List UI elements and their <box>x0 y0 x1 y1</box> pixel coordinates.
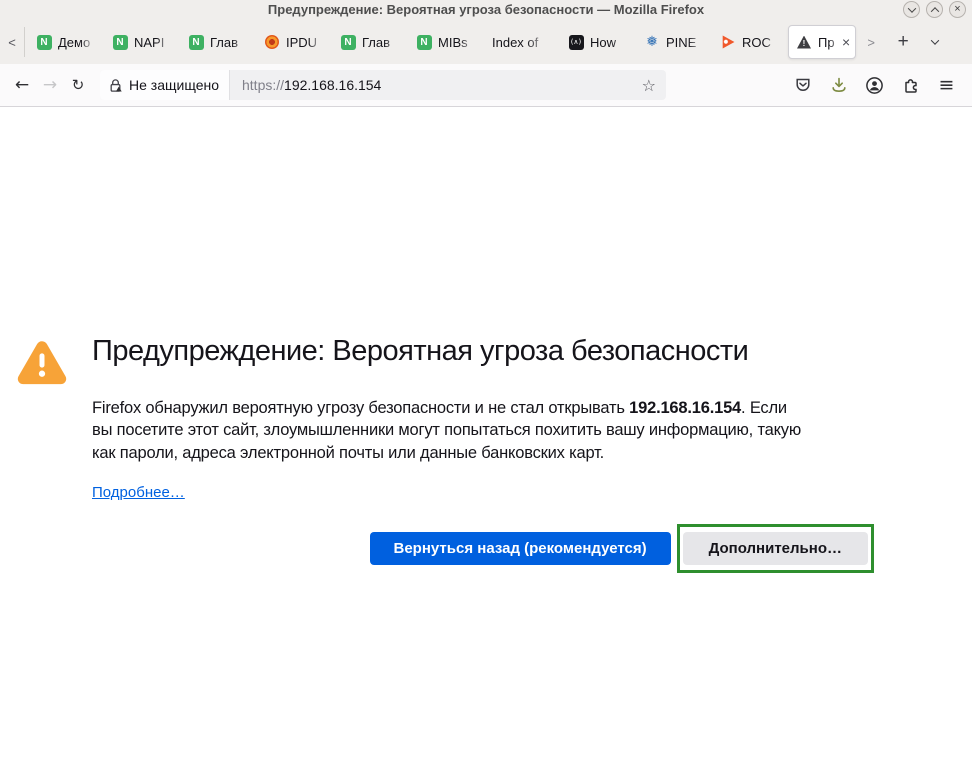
tab-глав[interactable]: N Глав <box>332 25 408 59</box>
window-title: Предупреждение: Вероятная угроза безопас… <box>268 0 704 20</box>
site-security-chip[interactable]: Не защищено <box>100 70 230 100</box>
tab-label: How <box>590 35 630 50</box>
black-caret-icon: (∧) <box>568 34 584 50</box>
navigation-toolbar: ← → ↻ Не защищено https://192.168.16.154… <box>0 64 972 107</box>
window-controls: × <box>903 1 966 18</box>
bookmark-star-icon[interactable]: ☆ <box>632 76 666 95</box>
tab-bar: < N Демо N NAPI N Глав IPDU N Глав N MIBs Index of (… <box>0 20 972 64</box>
account-icon[interactable] <box>859 70 890 100</box>
tab-label: Пр <box>818 35 840 50</box>
sun-icon <box>264 34 280 50</box>
minimize-icon[interactable] <box>903 1 920 18</box>
tab-label: PINE <box>666 35 706 50</box>
tab-index-of[interactable]: Index of <box>484 25 560 59</box>
tab-label: Глав <box>210 35 250 50</box>
tab-mibs[interactable]: N MIBs <box>408 25 484 59</box>
warning-body-text: Firefox обнаружил вероятную угрозу безоп… <box>92 397 874 465</box>
tab-label: MIBs <box>438 35 478 50</box>
tabbar-separator <box>24 27 25 57</box>
back-icon[interactable]: ← <box>8 75 36 95</box>
tab-демо[interactable]: N Демо <box>28 25 104 59</box>
url-scheme: https:// <box>242 77 284 93</box>
netping-icon: N <box>112 34 128 50</box>
toolbar-right-icons: ≡ <box>787 70 962 100</box>
tab-pine[interactable]: ❅ PINE <box>636 25 712 59</box>
netping-icon: N <box>416 34 432 50</box>
tab-label: Демо <box>58 35 98 50</box>
forward-icon: → <box>36 75 64 95</box>
pinecone-icon: ❅ <box>644 34 660 50</box>
url-text: https://192.168.16.154 <box>230 77 632 93</box>
annotation-highlight: Дополнительно… <box>677 524 874 573</box>
reload-icon[interactable]: ↻ <box>64 76 92 94</box>
scroll-tabs-right-icon[interactable]: > <box>856 35 886 50</box>
pocket-icon[interactable] <box>787 70 818 100</box>
netping-icon: N <box>36 34 52 50</box>
new-tab-button[interactable]: + <box>886 31 920 53</box>
page-title: Предупреждение: Вероятная угроза безопас… <box>92 334 874 369</box>
warning-triangle-icon <box>16 336 68 388</box>
close-icon[interactable]: × <box>949 1 966 18</box>
go-back-button[interactable]: Вернуться назад (рекомендуется) <box>370 532 671 565</box>
advanced-button[interactable]: Дополнительно… <box>683 532 868 565</box>
titlebar: Предупреждение: Вероятная угроза безопас… <box>0 0 972 20</box>
url-bar[interactable]: Не защищено https://192.168.16.154 ☆ <box>100 70 666 100</box>
tab-roc[interactable]: ROC <box>712 25 788 59</box>
maximize-icon[interactable] <box>926 1 943 18</box>
warning-text-column: Предупреждение: Вероятная угроза безопас… <box>92 334 874 573</box>
insecure-lock-icon <box>108 78 123 93</box>
tab-label: NAPI <box>134 35 174 50</box>
browser-window: Предупреждение: Вероятная угроза безопас… <box>0 0 972 779</box>
scroll-tabs-left-icon[interactable]: < <box>0 35 24 50</box>
tab-глав[interactable]: N Глав <box>180 25 256 59</box>
learn-more-link[interactable]: Подробнее… <box>92 484 185 501</box>
tab-strip: N Демо N NAPI N Глав IPDU N Глав N MIBs Index of (∧)… <box>28 20 856 64</box>
action-buttons-row: Вернуться назад (рекомендуется) Дополнит… <box>92 524 874 573</box>
security-warning-section: Предупреждение: Вероятная угроза безопас… <box>0 107 972 573</box>
menu-hamburger-icon[interactable]: ≡ <box>931 70 962 100</box>
page-content: Предупреждение: Вероятная угроза безопас… <box>0 107 972 779</box>
downloads-icon[interactable] <box>823 70 854 100</box>
extensions-puzzle-icon[interactable] <box>895 70 926 100</box>
tab-close-icon[interactable]: × <box>842 35 850 49</box>
security-label: Не защищено <box>129 77 219 93</box>
tab-label: Index of <box>492 35 554 50</box>
list-all-tabs-icon[interactable] <box>920 39 950 45</box>
tab-пр[interactable]: ! Пр× <box>788 25 856 59</box>
rocket-icon <box>720 34 736 50</box>
tab-how[interactable]: (∧) How <box>560 25 636 59</box>
url-host: 192.168.16.154 <box>284 77 381 93</box>
netping-icon: N <box>188 34 204 50</box>
tab-napi[interactable]: N NAPI <box>104 25 180 59</box>
threat-host: 192.168.16.154 <box>629 399 741 417</box>
netping-icon: N <box>340 34 356 50</box>
tab-label: ROC <box>742 35 782 50</box>
tab-label: Глав <box>362 35 402 50</box>
warning-icon: ! <box>796 34 812 50</box>
tab-ipdu[interactable]: IPDU <box>256 25 332 59</box>
tab-label: IPDU <box>286 35 326 50</box>
